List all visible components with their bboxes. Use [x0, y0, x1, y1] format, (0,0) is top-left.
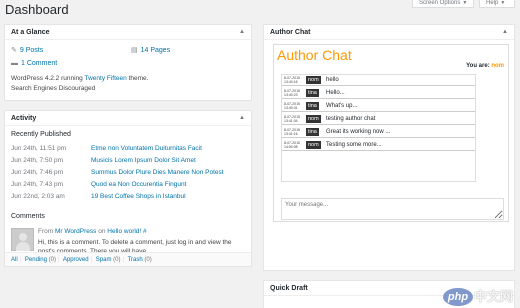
php-cn-watermark: php 中文网: [443, 287, 517, 307]
chat-message-input[interactable]: [281, 198, 504, 220]
current-user: You are: nom: [466, 63, 504, 69]
chat-username: tina: [306, 89, 319, 97]
widget-title[interactable]: At a Glance ▲: [5, 25, 251, 40]
pushpin-icon: ✎: [11, 47, 17, 54]
watermark-text: 中文网: [474, 289, 514, 304]
chat-username: nom: [306, 115, 321, 123]
page-title: Dashboard: [5, 2, 69, 17]
post-link[interactable]: Quod ea Non Occurentia Fingunt: [91, 181, 186, 188]
avatar: [11, 228, 34, 251]
recently-published-heading: Recently Published: [11, 131, 71, 138]
caret-down-icon: ▼: [500, 0, 506, 6]
widget-title[interactable]: Activity ▲: [5, 111, 251, 126]
activity-widget: Activity ▲ Recently Published Jun 24th, …: [4, 110, 252, 267]
chat-message: 8-07-2015 13:41:04 nom testing author ch…: [282, 114, 475, 125]
list-item: Jun 24th, 7:50 pm Musicis Lorem Ipsum Do…: [11, 157, 196, 164]
chat-log[interactable]: 8-07-2015 13:40:16 nom hello 8-07-2015 1…: [281, 74, 476, 182]
glance-comments[interactable]: ▬ 1 Comment: [11, 60, 57, 67]
help-button[interactable]: Help ▼: [479, 0, 515, 8]
glance-posts[interactable]: ✎ 9 Posts: [11, 46, 43, 54]
comments-heading: Comments: [11, 213, 45, 220]
filter-trash[interactable]: Trash: [128, 257, 143, 263]
search-engines-discouraged-link[interactable]: Search Engines Discouraged: [11, 85, 95, 92]
triangle-up-icon[interactable]: ▲: [239, 25, 245, 40]
comment-post-link[interactable]: Hello world! #: [107, 228, 146, 235]
post-link[interactable]: Summus Dolor Plure Dies Manere Non Potes…: [91, 169, 224, 176]
chat-message: 8-07-2015 13:41:16 tina Great its workin…: [282, 127, 475, 138]
chat-username: nom: [306, 76, 321, 84]
filter-pending[interactable]: Pending: [25, 257, 47, 263]
php-logo: php: [443, 288, 473, 306]
chat-heading: Author Chat: [277, 47, 352, 63]
list-item: Jun 24th, 11:51 pm Etme non Voluntatem D…: [11, 145, 202, 152]
filter-spam[interactable]: Spam: [96, 257, 112, 263]
filter-all[interactable]: All: [11, 257, 18, 263]
chat-message: 8-07-2015 13:40:31 tina What's up...: [282, 101, 475, 112]
post-link[interactable]: 19 Best Coffee Shops in Istanbul: [91, 193, 186, 200]
caret-down-icon: ▼: [462, 0, 468, 6]
triangle-up-icon[interactable]: ▲: [239, 111, 245, 126]
chat-message: 8-07-2015 13:40:23 tina Hello...: [282, 88, 475, 99]
post-link[interactable]: Etme non Voluntatem Duiturnitas Facit: [91, 145, 202, 152]
chat-message: 8-07-2015 14:50:08 nom Testing some more…: [282, 140, 475, 151]
chat-username: tina: [306, 102, 319, 110]
triangle-up-icon[interactable]: ▲: [502, 25, 508, 40]
widget-title[interactable]: Author Chat ▲: [264, 25, 514, 40]
at-a-glance-widget: At a Glance ▲ ✎ 9 Posts ▤ 14 Pages ▬ 1 Comm…: [4, 24, 252, 101]
speech-bubble-icon: ▬: [11, 60, 18, 67]
screen-options-button[interactable]: Screen Options ▼: [412, 0, 475, 8]
theme-link[interactable]: Twenty Fifteen: [84, 75, 126, 82]
chat-panel: Author Chat You are: nom 8-07-2015 13:40…: [273, 44, 509, 222]
chat-username: nom: [306, 141, 321, 149]
comment-meta: From Mr WordPress on Hello world! #: [38, 228, 147, 235]
list-item: Jun 24th, 7:43 pm Quod ea Non Occurentia…: [11, 181, 187, 188]
list-item: Jun 22nd, 2:03 am 19 Best Coffee Shops i…: [11, 193, 186, 200]
chat-username: tina: [306, 128, 319, 136]
comment-filters: All | Pending (0) | Approved | Spam (0) | Tr…: [5, 252, 251, 266]
author-chat-widget: Author Chat ▲ Author Chat You are: nom 8…: [263, 24, 515, 271]
chat-message: 8-07-2015 13:40:16 nom hello: [282, 75, 475, 86]
filter-approved[interactable]: Approved: [63, 257, 89, 263]
comment-author-link[interactable]: Mr WordPress: [55, 228, 96, 235]
post-link[interactable]: Musicis Lorem Ipsum Dolor Sit Amet: [91, 157, 196, 164]
glance-pages[interactable]: ▤ 14 Pages: [131, 46, 170, 54]
pages-icon: ▤: [131, 47, 138, 54]
list-item: Jun 24th, 7:46 pm Summus Dolor Plure Die…: [11, 169, 224, 176]
version-info: WordPress 4.2.2 running Twenty Fifteen t…: [11, 75, 149, 82]
